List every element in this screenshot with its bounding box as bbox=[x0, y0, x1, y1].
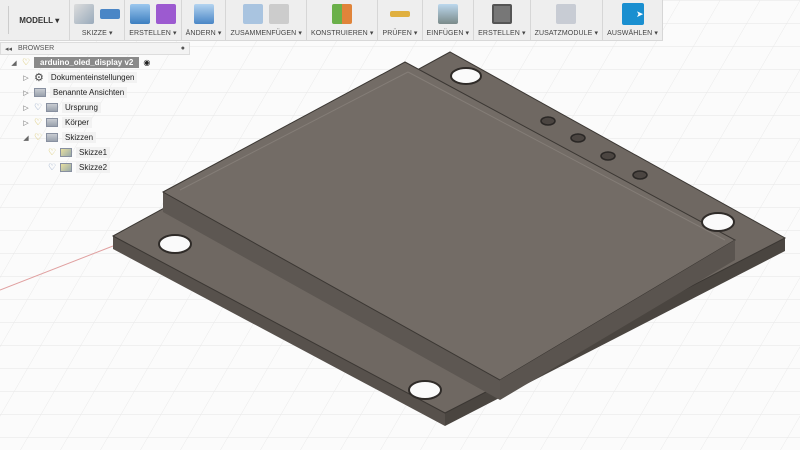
press-pull-icon[interactable] bbox=[193, 4, 214, 24]
tree-item-koerper[interactable]: ▷ ♡ Körper bbox=[0, 115, 190, 130]
select-icon[interactable]: ➤ bbox=[621, 3, 644, 25]
extrude-icon[interactable] bbox=[129, 4, 150, 24]
visibility-bulb-icon[interactable]: ♡ bbox=[48, 162, 56, 173]
folder-icon bbox=[46, 118, 58, 127]
expand-icon[interactable]: ▷ bbox=[22, 119, 30, 127]
expand-icon[interactable]: ◢ bbox=[10, 59, 18, 67]
group-label: ERSTELLEN ▾ bbox=[129, 30, 177, 37]
stop-sketch-icon[interactable] bbox=[100, 9, 121, 19]
folder-icon bbox=[34, 88, 46, 97]
workspace-dropdown[interactable]: MODELL ▾ bbox=[9, 0, 71, 40]
visibility-bulb-icon[interactable]: ♡ bbox=[34, 117, 42, 128]
tree-item-dokumenteinstellungen[interactable]: ▷ ⚙ Dokumenteinstellungen bbox=[0, 70, 190, 85]
insert-image-icon[interactable] bbox=[437, 4, 458, 24]
group-label: ERSTELLEN ▾ bbox=[478, 30, 526, 37]
workspace-label: MODELL bbox=[19, 15, 53, 25]
joint-icon[interactable] bbox=[269, 4, 290, 24]
tree-item-ursprung[interactable]: ▷ ♡ Ursprung bbox=[0, 100, 190, 115]
tree-item-skizzen[interactable]: ◢ ♡ Skizzen bbox=[0, 130, 190, 145]
skizze-group[interactable]: SKIZZE ▾ bbox=[70, 0, 126, 40]
new-component-icon[interactable] bbox=[243, 4, 264, 24]
einfuegen-group[interactable]: EINFÜGEN ▾ bbox=[423, 0, 475, 40]
expand-icon[interactable]: ▷ bbox=[22, 89, 30, 97]
expand-icon[interactable]: ▷ bbox=[22, 104, 30, 112]
tree-root[interactable]: ◢ ♡ arduino_oled_display v2 ◉ bbox=[0, 55, 190, 70]
item-label: Benannte Ansichten bbox=[50, 87, 128, 98]
konstruieren-group[interactable]: KONSTRUIEREN ▾ bbox=[307, 0, 379, 40]
item-label: Skizze2 bbox=[76, 162, 111, 173]
erstellen-group[interactable]: ERSTELLEN ▾ bbox=[125, 0, 182, 40]
browser-title: BROWSER bbox=[18, 45, 55, 52]
tree-item-benannte-ansichten[interactable]: ▷ Benannte Ansichten bbox=[0, 85, 190, 100]
group-label: ÄNDERN ▾ bbox=[185, 30, 222, 37]
radio-icon[interactable]: ◉ bbox=[143, 58, 150, 67]
render-icon[interactable] bbox=[491, 4, 512, 24]
visibility-bulb-icon[interactable]: ♡ bbox=[34, 132, 42, 143]
zusammenfuegen-group[interactable]: ZUSAMMENFÜGEN ▾ bbox=[226, 0, 307, 40]
tree-item-skizze2[interactable]: ♡ Skizze2 bbox=[0, 160, 190, 175]
group-label: AUSWÄHLEN ▾ bbox=[607, 30, 658, 37]
sketch-icon bbox=[60, 163, 72, 172]
visibility-bulb-icon[interactable]: ♡ bbox=[48, 147, 56, 158]
offset-plane-icon[interactable] bbox=[332, 4, 353, 24]
group-label: SKIZZE ▾ bbox=[81, 30, 113, 37]
item-label: Körper bbox=[62, 117, 93, 128]
aendern-group[interactable]: ÄNDERN ▾ bbox=[182, 0, 227, 40]
browser-panel: ◂◂ BROWSER ● ◢ ♡ arduino_oled_display v2 ◉ ▷ ⚙… bbox=[0, 42, 190, 175]
group-label: ZUSAMMENFÜGEN ▾ bbox=[230, 30, 302, 37]
group-label: PRÜFEN ▾ bbox=[382, 30, 418, 37]
scripts-icon[interactable] bbox=[556, 4, 577, 24]
render-group[interactable]: ERSTELLEN ▾ bbox=[474, 0, 531, 40]
group-label: EINFÜGEN ▾ bbox=[426, 30, 470, 37]
group-label: ZUSATZMODULE ▾ bbox=[534, 30, 599, 37]
browser-header[interactable]: ◂◂ BROWSER ● bbox=[0, 42, 190, 55]
sketch-icon[interactable] bbox=[74, 4, 95, 24]
pin-icon[interactable]: ● bbox=[181, 45, 185, 52]
visibility-bulb-icon[interactable]: ♡ bbox=[22, 57, 30, 68]
item-label: Ursprung bbox=[62, 102, 101, 113]
measure-icon[interactable] bbox=[389, 11, 410, 17]
root-label: arduino_oled_display v2 bbox=[34, 57, 140, 68]
collapse-icon[interactable]: ◢ bbox=[22, 134, 30, 142]
gear-icon: ⚙ bbox=[34, 72, 44, 84]
tree-item-skizze1[interactable]: ♡ Skizze1 bbox=[0, 145, 190, 160]
item-label: Dokumenteinstellungen bbox=[47, 72, 138, 83]
toolbar-grip[interactable] bbox=[0, 6, 10, 34]
toolbar: MODELL ▾ SKIZZE ▾ ERSTELLEN ▾ ÄNDERN ▾ Z… bbox=[0, 0, 663, 41]
zusatzmodule-group[interactable]: ZUSATZMODULE ▾ bbox=[531, 0, 604, 40]
folder-icon bbox=[46, 103, 58, 112]
pruefen-group[interactable]: PRÜFEN ▾ bbox=[378, 0, 423, 40]
group-label: KONSTRUIEREN ▾ bbox=[310, 30, 374, 37]
expand-icon[interactable]: ▷ bbox=[22, 74, 30, 82]
item-label: Skizze1 bbox=[76, 147, 111, 158]
item-label: Skizzen bbox=[62, 132, 97, 143]
folder-icon bbox=[46, 133, 58, 142]
auswaehlen-group[interactable]: ➤ AUSWÄHLEN ▾ bbox=[603, 0, 663, 40]
form-icon[interactable] bbox=[155, 4, 176, 24]
collapse-icon[interactable]: ◂◂ bbox=[5, 45, 12, 53]
visibility-bulb-icon[interactable]: ♡ bbox=[34, 102, 42, 113]
sketch-icon bbox=[60, 148, 72, 157]
